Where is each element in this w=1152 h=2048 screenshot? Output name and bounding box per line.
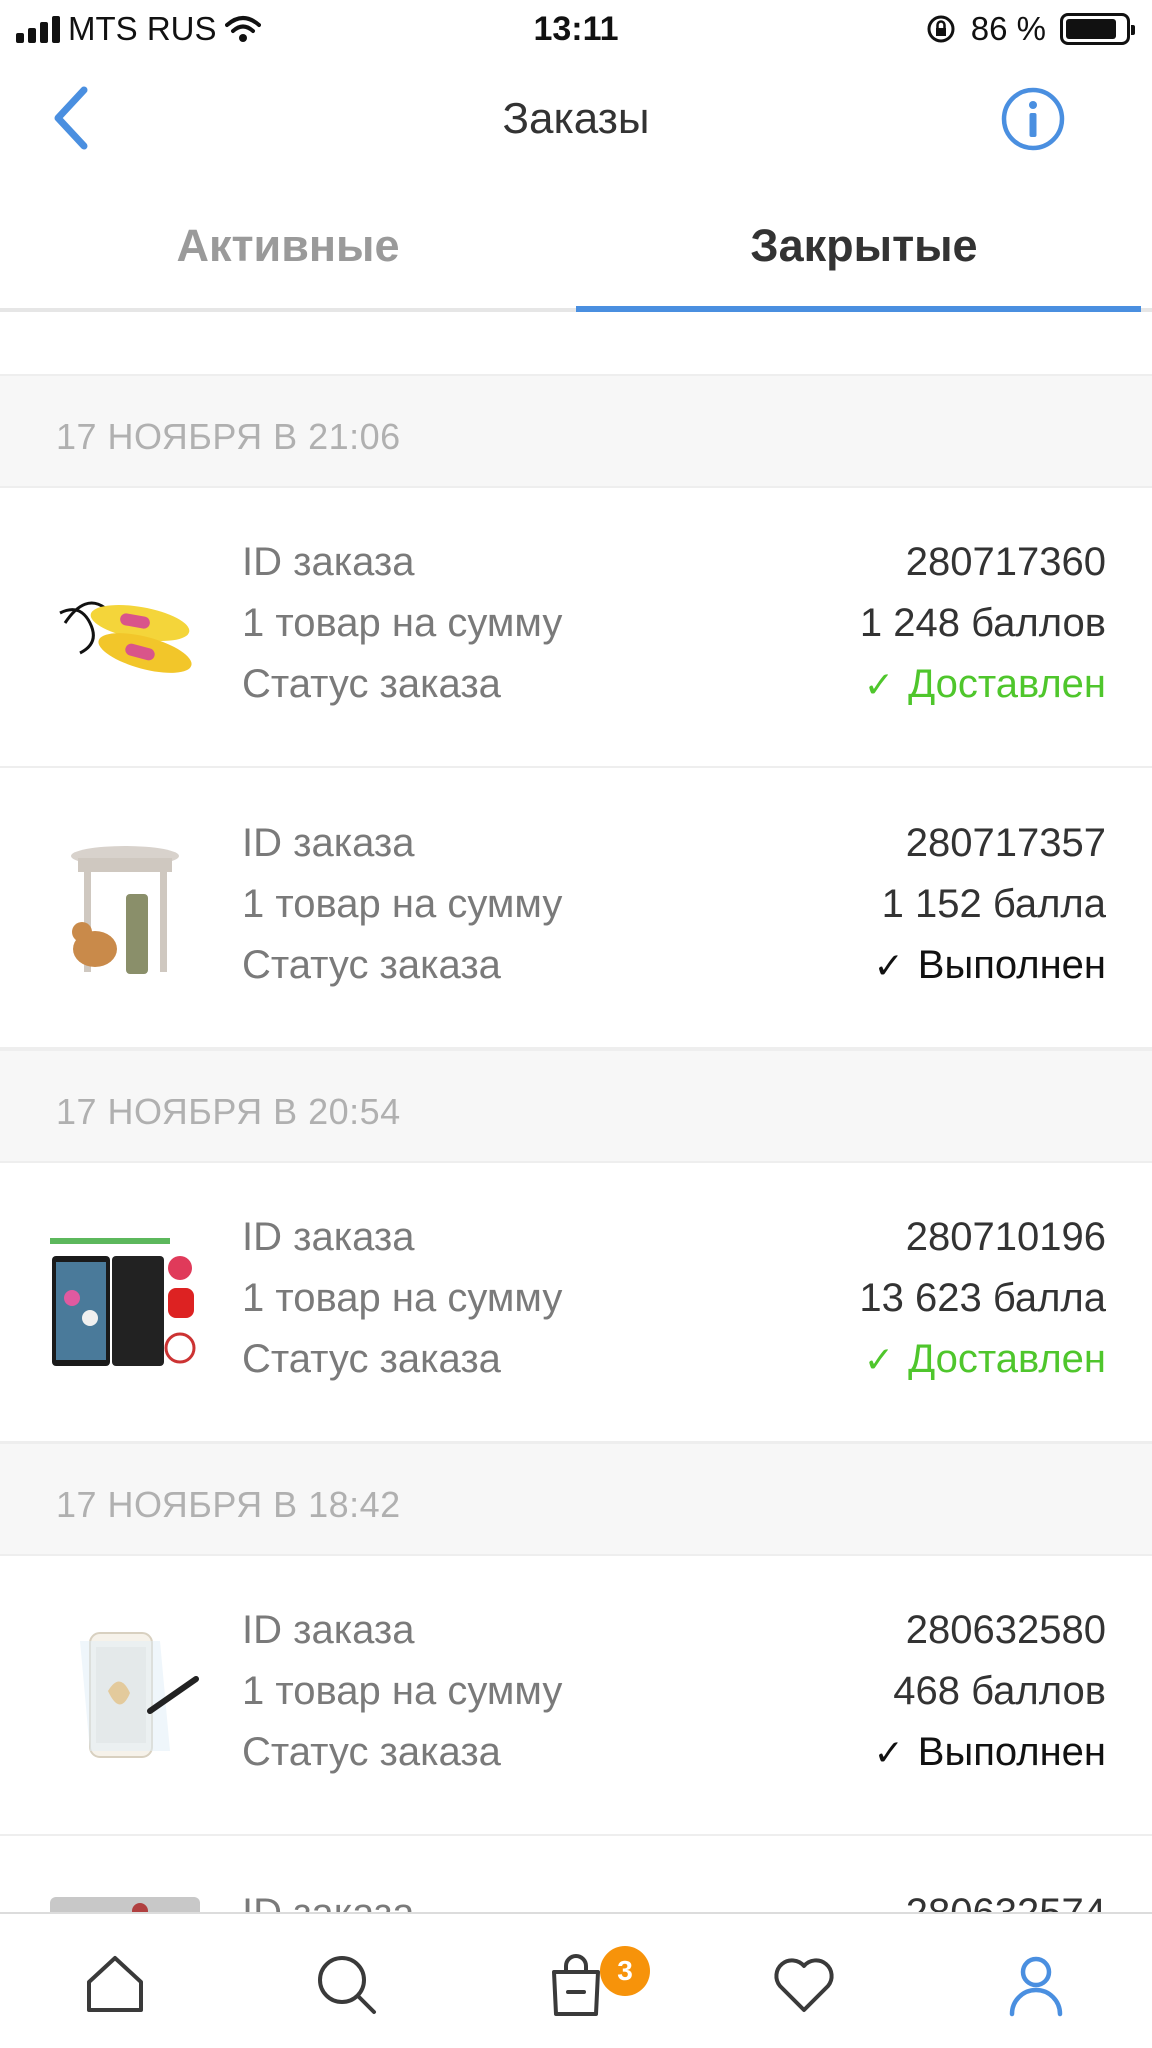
battery-percent: 86 %	[970, 10, 1046, 47]
order-id: 280632580	[905, 1608, 1106, 1652]
orders-list[interactable]: 17 НОЯБРЯ В 21:06 ID заказа 280717360 1 …	[0, 312, 1152, 1912]
order-id: 280632574	[906, 1891, 1106, 1912]
profile-icon	[1009, 1956, 1063, 2017]
bag-icon	[552, 1954, 600, 2016]
date-label: 17 НОЯБРЯ В 20:54	[56, 1091, 401, 1132]
order-status-text: Выполнен	[917, 943, 1106, 987]
date-header: 17 НОЯБРЯ В 18:42	[0, 1442, 1152, 1556]
order-id-label: ID заказа	[242, 1608, 415, 1652]
order-row[interactable]: ID заказа 280710196 1 товар на сумму 13 …	[0, 1163, 1152, 1443]
order-status-text: Выполнен	[917, 1730, 1106, 1774]
order-row[interactable]: ID заказа 280717360 1 товар на сумму 1 2…	[0, 488, 1152, 768]
order-sum-label: 1 товар на сумму	[242, 1276, 563, 1320]
date-label: 17 НОЯБРЯ В 18:42	[56, 1484, 401, 1525]
tab-active[interactable]: Активные	[0, 220, 576, 272]
check-icon: ✓	[863, 1339, 895, 1380]
order-status: ✓ Доставлен	[864, 1337, 1106, 1382]
heart-icon	[774, 1958, 834, 2012]
order-id-label: ID заказа	[242, 1891, 414, 1912]
order-status-text: Доставлен	[908, 1337, 1106, 1381]
tab-profile[interactable]	[1000, 1948, 1072, 2020]
date-label: 17 НОЯБРЯ В 21:06	[56, 416, 401, 457]
order-sum-label: 1 товар на сумму	[242, 601, 563, 645]
home-icon	[87, 1956, 143, 2012]
check-icon: ✓	[873, 1732, 904, 1773]
order-id: 280717360	[905, 540, 1106, 584]
order-sum-label: 1 товар на сумму	[242, 882, 563, 926]
order-status: ✓ Доставлен	[864, 662, 1106, 707]
order-status: ✓ Выполнен	[874, 1730, 1106, 1775]
order-status-label: Статус заказа	[242, 1337, 501, 1381]
tab-cart[interactable]	[540, 1948, 612, 2020]
order-status-label: Статус заказа	[242, 1730, 501, 1774]
product-thumbnail-cat-table	[71, 846, 179, 974]
status-bar: MTS RUS 13:11 86 %	[0, 0, 1152, 58]
status-right: 86 %	[925, 10, 1135, 48]
order-tabs: Активные Закрытые	[0, 190, 1152, 312]
product-thumbnail-partial	[50, 1897, 200, 1912]
orientation-lock-icon	[927, 15, 955, 43]
tab-home[interactable]	[79, 1948, 151, 2020]
tab-search[interactable]	[310, 1948, 382, 2020]
order-sum: 1 152 балла	[881, 882, 1106, 926]
cart-count-badge: 3	[600, 1946, 650, 1996]
product-thumbnail-phone-bundle	[50, 1238, 196, 1366]
order-sum-label: 1 товар на сумму	[242, 1669, 563, 1713]
order-row[interactable]: ID заказа 280717357 1 товар на сумму 1 1…	[0, 769, 1152, 1049]
order-id-label: ID заказа	[242, 1215, 415, 1259]
order-status-label: Статус заказа	[242, 662, 501, 706]
order-sum: 1 248 баллов	[859, 601, 1106, 645]
order-row-partial[interactable]: ID заказа 280632574	[0, 1837, 1152, 1912]
bottom-tab-bar: 3	[0, 1912, 1152, 2048]
date-header: 17 НОЯБРЯ В 20:54	[0, 1049, 1152, 1163]
battery-icon	[1060, 13, 1135, 45]
page-title: Заказы	[502, 94, 650, 143]
check-icon: ✓	[873, 945, 904, 986]
order-sum: 468 баллов	[893, 1669, 1106, 1713]
tab-closed[interactable]: Закрытые	[576, 220, 1152, 272]
product-thumbnail-shoe-dryer	[59, 601, 192, 673]
product-thumbnail-screen-protector	[80, 1632, 199, 1758]
info-button[interactable]	[1000, 86, 1066, 152]
order-id: 280717357	[905, 821, 1106, 865]
order-status: ✓ Выполнен	[874, 943, 1106, 988]
check-icon: ✓	[863, 664, 895, 705]
order-status-label: Статус заказа	[242, 943, 501, 987]
order-status-text: Доставлен	[908, 662, 1106, 706]
order-sum: 13 623 балла	[859, 1276, 1106, 1320]
date-header: 17 НОЯБРЯ В 21:06	[0, 374, 1152, 488]
search-icon	[318, 1956, 376, 2014]
order-row[interactable]: ID заказа 280632580 1 товар на сумму 468…	[0, 1556, 1152, 1836]
order-id: 280710196	[905, 1215, 1106, 1259]
tab-favorites[interactable]	[768, 1948, 840, 2020]
order-id-label: ID заказа	[242, 540, 415, 584]
navigation-bar: Заказы	[0, 58, 1152, 178]
info-icon	[1001, 87, 1065, 151]
order-id-label: ID заказа	[242, 821, 415, 865]
